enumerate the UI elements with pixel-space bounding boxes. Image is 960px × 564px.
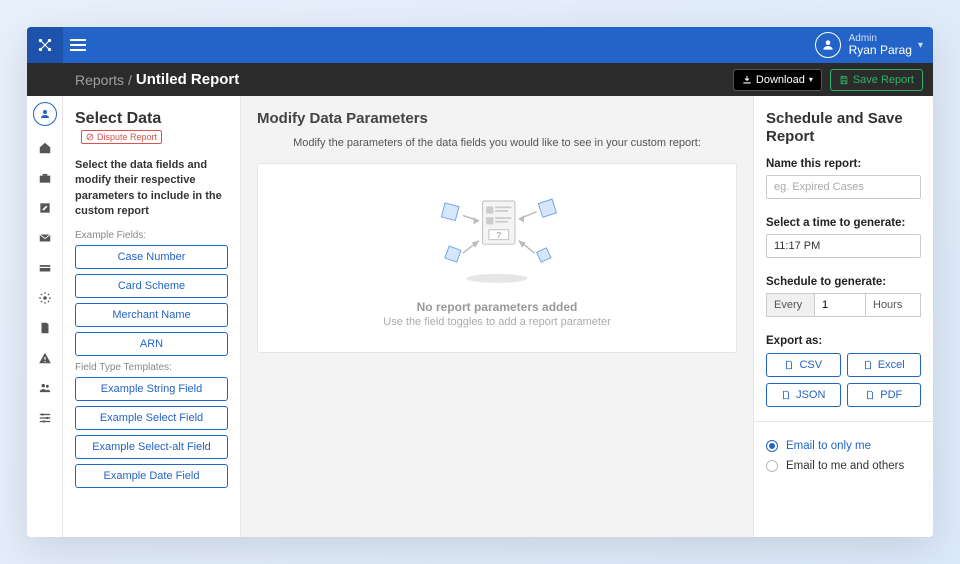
file-icon [781,390,791,400]
sidebar-file-icon[interactable] [37,320,53,336]
select-data-title: Select Data [75,110,161,128]
file-icon [784,360,794,370]
sidebar-gear-icon[interactable] [37,290,53,306]
radio-icon [766,460,778,472]
empty-state-subtitle: Use the field toggles to add a report pa… [268,316,726,328]
breadcrumb-root[interactable]: Reports [75,72,124,88]
sidebar-edit-icon[interactable] [37,200,53,216]
modify-parameters-title: Modify Data Parameters [257,110,737,127]
email-others-label: Email to me and others [786,460,904,472]
dispute-chip-label: Dispute Report [97,132,157,142]
panels: Select Data Dispute Report Select the da… [63,96,933,537]
export-json-button[interactable]: JSON [766,383,841,407]
file-icon [865,390,875,400]
user-icon [821,38,835,52]
field-arn[interactable]: ARN [75,332,228,356]
export-options: CSV Excel JSON PDF [766,353,921,407]
download-icon [742,75,752,85]
sidebar-sliders-icon[interactable] [37,410,53,426]
empty-state-illustration: ? [407,182,587,292]
template-fields-label: Field Type Templates: [75,362,228,373]
svg-text:?: ? [497,231,502,240]
schedule-value-input[interactable]: 1 [814,293,865,317]
example-fields-label: Example Fields: [75,230,228,241]
breadcrumb-current: Untiled Report [136,71,239,88]
schedule-generate-label: Schedule to generate: [766,276,921,288]
user-avatar[interactable] [815,32,841,58]
schedule-save-title: Schedule and Save Report [766,110,921,146]
sidebar-home-icon[interactable] [37,140,53,156]
dispute-icon [86,133,94,141]
time-generate-input[interactable] [766,234,921,258]
name-report-label: Name this report: [766,158,921,170]
sidebar-briefcase-icon[interactable] [37,170,53,186]
field-case-number[interactable]: Case Number [75,245,228,269]
breadcrumb-bar: Reports / Untiled Report Download ▾ Save… [27,63,933,96]
sidebar-alert-icon[interactable] [37,350,53,366]
sidebar-mail-icon[interactable] [37,230,53,246]
modify-parameters-panel: Modify Data Parameters Modify the parame… [241,96,753,537]
empty-state-title: No report parameters added [268,300,726,314]
user-name: Ryan Parag [849,44,912,57]
schedule-save-panel: Schedule and Save Report Name this repor… [753,96,933,537]
save-report-button[interactable]: Save Report [830,69,923,91]
main-area: Select Data Dispute Report Select the da… [27,96,933,537]
brand-logo[interactable] [27,27,63,63]
export-csv-button[interactable]: CSV [766,353,841,377]
chevron-down-icon: ▾ [809,75,813,84]
field-merchant-name[interactable]: Merchant Name [75,303,228,327]
breadcrumb-separator: / [128,72,132,88]
app-window: Admin Ryan Parag ▾ Reports / Untiled Rep… [27,27,933,537]
topbar: Admin Ryan Parag ▾ [27,27,933,63]
email-others-radio[interactable]: Email to me and others [766,456,921,476]
export-excel-button[interactable]: Excel [847,353,922,377]
field-template-select-alt[interactable]: Example Select-alt Field [75,435,228,459]
user-icon [39,108,51,120]
schedule-every-label: Every [766,293,814,317]
download-label: Download [756,74,805,86]
file-icon [863,360,873,370]
menu-toggle-button[interactable] [63,27,93,63]
chevron-down-icon: ▾ [918,40,923,51]
sidebar-users-icon[interactable] [37,380,53,396]
email-only-me-label: Email to only me [786,440,871,452]
export-pdf-button[interactable]: PDF [847,383,922,407]
time-generate-label: Select a time to generate: [766,217,921,229]
schedule-unit-select[interactable]: Hours [865,293,921,317]
export-as-label: Export as: [766,335,921,347]
dispute-report-chip[interactable]: Dispute Report [81,130,162,144]
sidebar-card-icon[interactable] [37,260,53,276]
field-card-scheme[interactable]: Card Scheme [75,274,228,298]
email-only-me-radio[interactable]: Email to only me [766,436,921,456]
field-template-date[interactable]: Example Date Field [75,464,228,488]
sidebar-user-icon[interactable] [33,102,57,126]
select-data-panel: Select Data Dispute Report Select the da… [63,96,241,537]
empty-state-box: ? No report parameters [257,163,737,353]
field-template-string[interactable]: Example String Field [75,377,228,401]
save-report-label: Save Report [853,74,914,86]
sidebar-icon-rail [27,96,63,537]
download-button[interactable]: Download ▾ [733,69,822,91]
modify-parameters-subtitle: Modify the parameters of the data fields… [257,137,737,149]
hamburger-icon [70,38,86,52]
report-name-input[interactable] [766,175,921,199]
user-info[interactable]: Admin Ryan Parag [849,33,912,57]
save-icon [839,75,849,85]
radio-icon [766,440,778,452]
schedule-row: Every 1 Hours [766,293,921,317]
field-template-select[interactable]: Example Select Field [75,406,228,430]
select-data-helper: Select the data fields and modify their … [75,158,228,220]
brand-icon [36,36,54,54]
